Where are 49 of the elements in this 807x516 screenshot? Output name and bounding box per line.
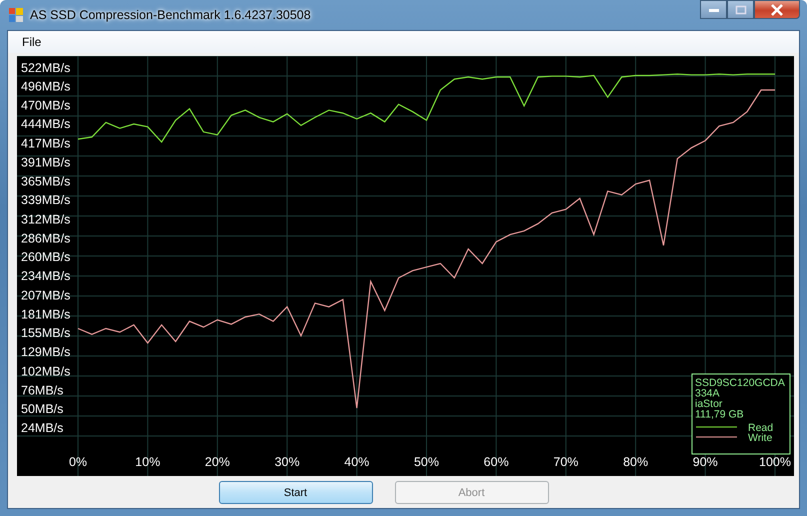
y-axis-label: 365MB/s — [21, 174, 70, 188]
y-axis-label: 155MB/s — [21, 326, 70, 340]
device-info-text: iaStor — [695, 398, 722, 410]
legend-label: Read — [748, 422, 774, 434]
y-axis-label: 129MB/s — [21, 344, 70, 359]
y-axis-label: 470MB/s — [21, 98, 70, 112]
legend-label: Write — [748, 432, 772, 444]
y-axis-label: 339MB/s — [21, 193, 70, 208]
x-axis-label: 40% — [344, 455, 370, 469]
y-axis-label: 102MB/s — [21, 364, 70, 378]
maximize-icon — [734, 4, 746, 14]
x-axis-label: 60% — [484, 455, 509, 469]
x-axis-label: 20% — [204, 455, 230, 469]
y-axis-label: 496MB/s — [21, 80, 70, 94]
close-icon — [770, 4, 784, 16]
y-axis-label: 24MB/s — [21, 420, 64, 435]
x-axis-label: 80% — [623, 455, 648, 469]
app-icon — [8, 7, 24, 23]
menu-item[interactable]: File — [16, 33, 48, 51]
y-axis-label: 181MB/s — [21, 307, 70, 322]
device-info-text: SSD9SC120GCDA — [695, 377, 785, 389]
x-axis-label: 100% — [759, 455, 791, 469]
y-axis-label: 444MB/s — [21, 117, 70, 132]
y-axis-label: 522MB/s — [21, 60, 70, 75]
y-axis-label: 76MB/s — [21, 383, 64, 398]
y-axis-label: 50MB/s — [21, 402, 64, 416]
window-title: AS SSD Compression-Benchmark 1.6.4237.30508 — [30, 8, 311, 22]
x-axis-label: 10% — [135, 455, 160, 469]
legend-line — [696, 426, 738, 428]
legend-line — [696, 436, 738, 438]
y-axis-label: 260MB/s — [21, 250, 70, 264]
y-axis-label: 286MB/s — [21, 231, 70, 246]
y-axis-label: 234MB/s — [21, 269, 70, 284]
x-axis-label: 0% — [68, 455, 88, 469]
y-axis-label: 391MB/s — [21, 156, 70, 170]
maximize-button[interactable] — [727, 0, 754, 19]
x-axis-label: 70% — [553, 455, 578, 469]
device-info-text: 111,79 GB — [695, 408, 744, 420]
y-axis-label: 312MB/s — [21, 212, 70, 227]
x-axis-label: 50% — [414, 455, 440, 469]
x-axis-label: 30% — [274, 455, 300, 469]
y-axis-label: 207MB/s — [21, 288, 70, 303]
minimize-button[interactable] — [700, 0, 727, 19]
device-info-text: 334A — [695, 388, 720, 400]
x-axis-label: 90% — [692, 455, 718, 469]
minimize-icon — [708, 6, 720, 12]
close-button[interactable] — [754, 0, 800, 19]
action-button[interactable]: Start — [218, 481, 372, 504]
y-axis-label: 417MB/s — [21, 136, 70, 151]
